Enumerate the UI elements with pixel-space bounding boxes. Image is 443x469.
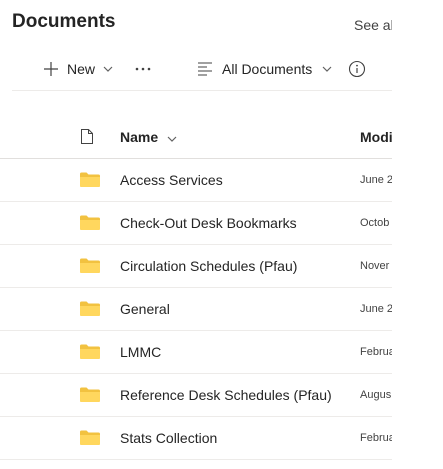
file-name[interactable]: Check-Out Desk Bookmarks bbox=[120, 215, 297, 231]
file-modified: Februa bbox=[360, 346, 392, 358]
column-header-modified[interactable]: Modi bbox=[360, 129, 392, 145]
file-list: Access Services June 2 Check-Out Desk Bo… bbox=[0, 159, 392, 460]
chevron-down-icon bbox=[322, 66, 332, 72]
column-header-row: Name Modi bbox=[0, 117, 392, 159]
new-button-label: New bbox=[67, 61, 96, 77]
info-icon bbox=[348, 60, 366, 78]
file-type-column-icon[interactable] bbox=[80, 128, 94, 150]
plus-icon bbox=[43, 61, 59, 77]
file-row-stats-collection[interactable]: Stats Collection Februa bbox=[0, 417, 392, 460]
file-name[interactable]: Stats Collection bbox=[120, 430, 217, 446]
file-modified: Februa bbox=[360, 432, 392, 444]
list-view-icon bbox=[197, 62, 213, 76]
see-all-link[interactable]: See all bbox=[354, 17, 392, 33]
file-row-general[interactable]: General June 2 bbox=[0, 288, 392, 331]
file-name[interactable]: Access Services bbox=[120, 172, 223, 188]
view-switcher-label: All Documents bbox=[222, 61, 313, 77]
file-name[interactable]: General bbox=[120, 301, 170, 317]
folder-icon bbox=[80, 430, 100, 446]
file-modified: Augus bbox=[360, 389, 392, 401]
documents-webpart: Documents See all New All Documents bbox=[0, 0, 392, 469]
more-actions-button[interactable] bbox=[135, 58, 151, 80]
chevron-down-icon bbox=[103, 66, 113, 72]
toolbar-divider bbox=[12, 90, 392, 91]
new-button[interactable]: New bbox=[43, 58, 113, 80]
folder-icon bbox=[80, 344, 100, 360]
chevron-down-icon bbox=[158, 129, 177, 145]
folder-icon bbox=[80, 215, 100, 231]
file-row-access-services[interactable]: Access Services June 2 bbox=[0, 159, 392, 202]
column-header-name-label: Name bbox=[120, 129, 159, 145]
file-modified: June 2 bbox=[360, 303, 392, 315]
file-modified: June 2 bbox=[360, 174, 392, 186]
folder-icon bbox=[80, 387, 100, 403]
file-name[interactable]: Reference Desk Schedules (Pfau) bbox=[120, 387, 332, 403]
folder-icon bbox=[80, 301, 100, 317]
view-switcher[interactable]: All Documents bbox=[197, 58, 332, 80]
ellipsis-icon bbox=[135, 67, 151, 71]
library-title[interactable]: Documents bbox=[12, 11, 115, 33]
file-name[interactable]: Circulation Schedules (Pfau) bbox=[120, 258, 297, 274]
info-button[interactable] bbox=[348, 58, 366, 80]
file-row-reference-desk-schedules[interactable]: Reference Desk Schedules (Pfau) Augus bbox=[0, 374, 392, 417]
file-name[interactable]: LMMC bbox=[120, 344, 161, 360]
file-row-check-out-desk-bookmarks[interactable]: Check-Out Desk Bookmarks Octob bbox=[0, 202, 392, 245]
file-row-circulation-schedules[interactable]: Circulation Schedules (Pfau) Nover bbox=[0, 245, 392, 288]
file-modified: Nover bbox=[360, 260, 390, 272]
folder-icon bbox=[80, 172, 100, 188]
file-row-lmmc[interactable]: LMMC Februa bbox=[0, 331, 392, 374]
file-modified: Octob bbox=[360, 217, 390, 229]
folder-icon bbox=[80, 258, 100, 274]
column-header-name[interactable]: Name bbox=[120, 129, 177, 145]
